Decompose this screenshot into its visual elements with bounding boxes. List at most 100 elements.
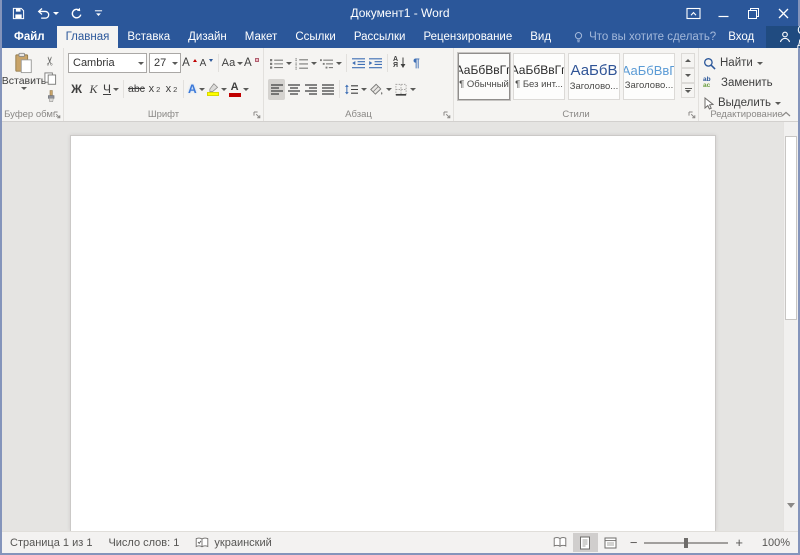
paragraph-group-label: Абзац: [264, 109, 453, 120]
vertical-scrollbar[interactable]: [783, 122, 798, 531]
line-spacing-button[interactable]: [343, 79, 368, 100]
proofing-status[interactable]: украинский: [195, 537, 271, 549]
cut-button[interactable]: ✂: [42, 53, 59, 68]
document-page[interactable]: [70, 135, 716, 531]
text-effects-button[interactable]: А: [187, 79, 206, 100]
divider: [346, 54, 347, 72]
tab-insert[interactable]: Вставка: [118, 26, 179, 48]
bold-button[interactable]: Ж: [68, 79, 85, 100]
borders-icon: [394, 83, 408, 96]
ribbon-tab-row: Файл Главная Вставка Дизайн Макет Ссылки…: [2, 26, 798, 48]
find-button[interactable]: Найти: [703, 54, 791, 72]
word-count[interactable]: Число слов: 1: [108, 537, 179, 549]
paragraph-dialog-launcher[interactable]: [443, 111, 451, 119]
change-case-button[interactable]: Аа: [222, 53, 243, 74]
subscript-button[interactable]: х2: [146, 79, 163, 100]
collapse-ribbon-icon: [781, 111, 791, 117]
zoom-slider[interactable]: [644, 542, 728, 544]
lightbulb-icon: [573, 31, 584, 44]
eraser-icon: [255, 58, 259, 62]
styles-more-icon: [685, 90, 691, 93]
superscript-button[interactable]: х2: [163, 79, 180, 100]
redo-button[interactable]: [70, 7, 83, 20]
tab-review[interactable]: Рецензирование: [414, 26, 521, 48]
styles-group: АаБбВвГг, ¶ Обычный АаБбВвГг, ¶ Без инт.…: [454, 48, 699, 121]
style-heading1[interactable]: АаБбВ Заголово...: [568, 53, 620, 100]
tab-layout[interactable]: Макет: [236, 26, 287, 48]
strikethrough-button[interactable]: abc: [127, 79, 146, 100]
style-heading2[interactable]: АаБбВвГ Заголово...: [623, 53, 675, 100]
read-mode-icon: [553, 537, 567, 548]
shrink-font-button[interactable]: А: [198, 53, 215, 74]
close-button[interactable]: [768, 0, 798, 26]
font-name-combo[interactable]: Cambria: [68, 53, 147, 73]
highlight-color-button[interactable]: [206, 79, 228, 100]
zoom-out-button[interactable]: −: [623, 535, 645, 550]
multilevel-list-button[interactable]: [318, 53, 343, 74]
tab-view[interactable]: Вид: [521, 26, 560, 48]
tab-references[interactable]: Ссылки: [286, 26, 345, 48]
style-normal[interactable]: АаБбВвГг, ¶ Обычный: [458, 53, 510, 100]
align-center-button[interactable]: [285, 79, 302, 100]
increase-indent-button[interactable]: [367, 53, 384, 74]
undo-button[interactable]: [36, 7, 59, 20]
style-no-spacing[interactable]: АаБбВвГг, ¶ Без инт...: [513, 53, 565, 100]
align-left-button[interactable]: [268, 79, 285, 100]
web-layout-button[interactable]: [598, 533, 623, 552]
read-mode-button[interactable]: [548, 533, 573, 552]
numbering-button[interactable]: [293, 53, 318, 74]
borders-button[interactable]: [393, 79, 417, 100]
tab-file[interactable]: Файл: [2, 26, 57, 48]
copy-button[interactable]: [42, 71, 59, 86]
grow-font-button[interactable]: А: [181, 53, 198, 74]
ribbon-display-options-button[interactable]: [678, 0, 708, 26]
tab-home[interactable]: Главная: [57, 26, 119, 48]
print-layout-button[interactable]: [573, 533, 598, 552]
bullets-button[interactable]: [268, 53, 293, 74]
italic-button[interactable]: К: [85, 79, 102, 100]
sort-button[interactable]: АЯ: [391, 53, 408, 74]
collapse-ribbon-button[interactable]: [781, 111, 791, 117]
save-button[interactable]: [12, 7, 25, 20]
redo-icon: [70, 7, 83, 20]
zoom-in-button[interactable]: +: [728, 535, 750, 550]
styles-scroll-up-button[interactable]: [681, 53, 695, 68]
zoom-level[interactable]: 100%: [758, 537, 790, 549]
customize-qat-button[interactable]: [94, 9, 103, 18]
styles-more-button[interactable]: [681, 83, 695, 98]
font-size-combo[interactable]: 27: [149, 53, 181, 73]
sign-in-button[interactable]: Вход: [716, 26, 766, 48]
styles-dialog-launcher[interactable]: [688, 111, 696, 119]
page-count[interactable]: Страница 1 из 1: [10, 537, 92, 549]
paste-button[interactable]: Вставить: [6, 51, 42, 104]
numbering-icon: [294, 57, 309, 70]
maximize-button[interactable]: [738, 0, 768, 26]
justify-button[interactable]: [319, 79, 336, 100]
clear-formatting-button[interactable]: А: [243, 53, 260, 74]
shading-button[interactable]: [368, 79, 393, 100]
select-cursor-icon: [703, 97, 714, 110]
sort-icon: АЯ: [393, 57, 398, 70]
clipboard-dialog-launcher[interactable]: [53, 111, 61, 119]
zoom-slider-thumb[interactable]: [684, 538, 688, 548]
show-paragraph-marks-button[interactable]: ¶: [408, 53, 425, 74]
format-painter-button[interactable]: [42, 89, 59, 104]
scrollbar-thumb[interactable]: [785, 136, 797, 320]
font-color-button[interactable]: А: [228, 79, 250, 100]
font-dialog-launcher[interactable]: [253, 111, 261, 119]
minimize-button[interactable]: [708, 0, 738, 26]
styles-scroll-down-button[interactable]: [681, 68, 695, 83]
underline-button[interactable]: Ч: [102, 79, 120, 100]
scroll-down-button[interactable]: [787, 508, 795, 526]
tab-mailings[interactable]: Рассылки: [345, 26, 415, 48]
clipboard-group: Вставить ✂ Буфер обм...: [2, 48, 64, 121]
tell-me-search[interactable]: Что вы хотите сделать?: [573, 26, 716, 48]
tab-design[interactable]: Дизайн: [179, 26, 236, 48]
replace-button[interactable]: ab ас Заменить: [703, 74, 791, 92]
align-right-button[interactable]: [302, 79, 319, 100]
share-button[interactable]: Общий доступ: [766, 26, 800, 48]
dialog-launcher-icon: [688, 111, 696, 119]
decrease-indent-button[interactable]: [350, 53, 367, 74]
underline-caret: [113, 88, 119, 91]
line-spacing-icon: [344, 83, 359, 96]
